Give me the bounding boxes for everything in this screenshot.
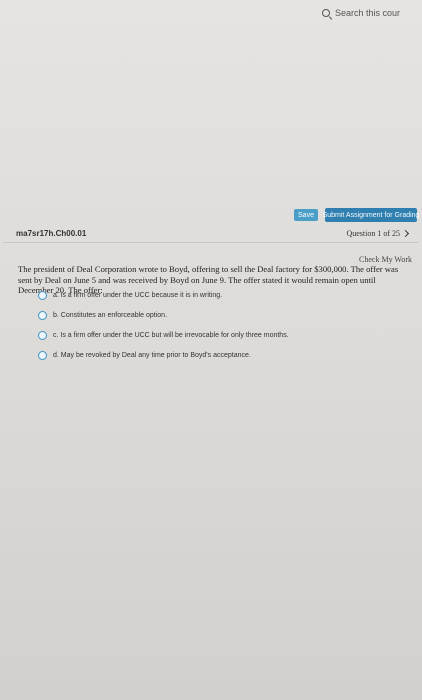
option-label: c. Is a firm offer under the UCC but wil… <box>53 332 289 339</box>
check-my-work-link[interactable]: Check My Work <box>359 255 412 264</box>
chevron-down-icon <box>401 229 410 238</box>
search-label: Search this cour <box>335 8 401 18</box>
option-label: b. Constitutes an enforceable option. <box>53 312 168 319</box>
option-label: a. is a firm offer under the UCC because… <box>53 292 223 299</box>
submit-assignment-button[interactable]: Submit Assignment for Grading <box>323 208 419 222</box>
search-bar[interactable]: Search this cour <box>322 4 418 22</box>
answer-option-a[interactable]: a. is a firm offer under the UCC because… <box>38 291 398 300</box>
radio-button[interactable] <box>38 331 47 340</box>
question-header: ma7sr17h.Ch00.01 Question 1 of 25 <box>3 226 418 243</box>
question-counter[interactable]: Question 1 of 25 <box>346 229 410 238</box>
assignment-id: ma7sr17h.Ch00.01 <box>16 229 87 238</box>
assignment-page: Search this cour Save Submit Assignment … <box>0 0 422 700</box>
search-icon <box>322 8 331 18</box>
save-button[interactable]: Save <box>294 209 318 221</box>
answer-options: a. is a firm offer under the UCC because… <box>38 291 398 371</box>
answer-option-b[interactable]: b. Constitutes an enforceable option. <box>38 311 398 320</box>
radio-button[interactable] <box>38 291 47 300</box>
radio-button[interactable] <box>38 351 47 360</box>
answer-option-d[interactable]: d. May be revoked by Deal any time prior… <box>38 351 398 360</box>
answer-option-c[interactable]: c. Is a firm offer under the UCC but wil… <box>38 331 398 340</box>
option-label: d. May be revoked by Deal any time prior… <box>53 352 251 359</box>
radio-button[interactable] <box>38 311 47 320</box>
question-counter-label: Question 1 of 25 <box>346 229 400 238</box>
